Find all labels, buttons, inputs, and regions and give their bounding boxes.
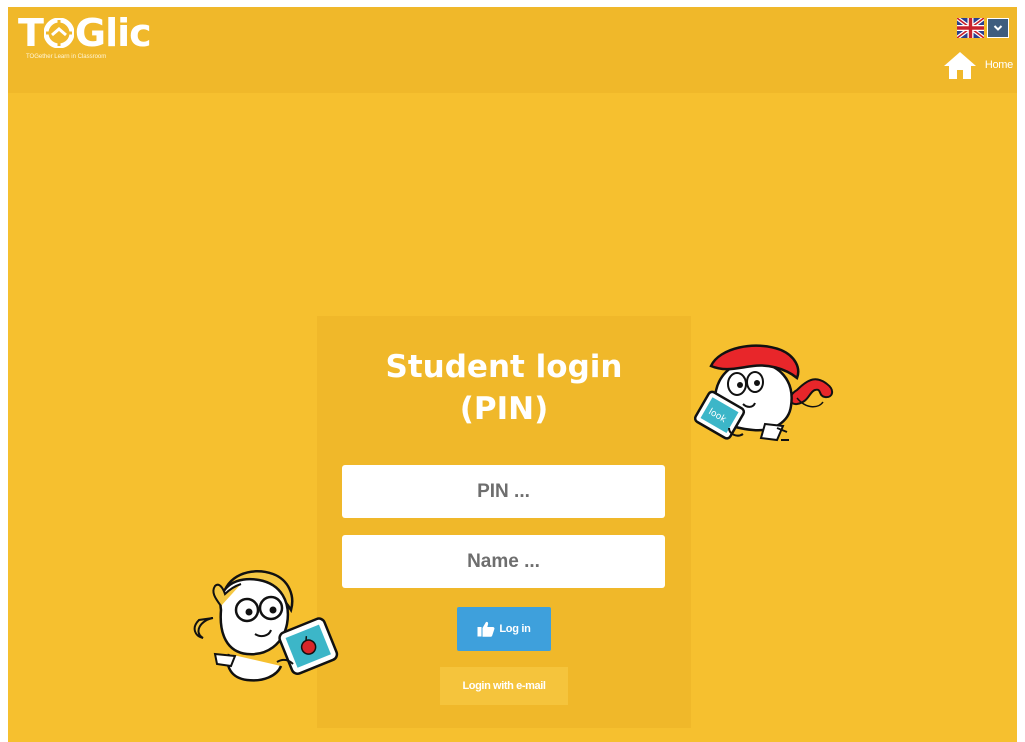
chevron-down-icon	[993, 25, 1003, 31]
logo-letters-glic: Glic	[74, 11, 152, 55]
login-with-email-button[interactable]: Login with e-mail	[440, 667, 568, 705]
login-button-label: Log in	[499, 623, 531, 635]
pin-input[interactable]	[342, 465, 665, 518]
name-input[interactable]	[342, 535, 665, 588]
thumbs-up-icon	[477, 621, 495, 637]
home-icon	[943, 52, 976, 79]
student-with-tablet-illustration	[193, 570, 339, 682]
login-title-line2: (PIN)	[459, 391, 549, 427]
home-label[interactable]: Home	[985, 59, 1013, 71]
header-bar: T Glic TOGether Learn in Classroom Home	[8, 7, 1017, 93]
logo-wordmark: T Glic	[18, 11, 152, 55]
uk-flag-icon[interactable]	[957, 18, 984, 38]
login-button[interactable]: Log in	[457, 607, 551, 651]
girl-with-tablet-illustration: look	[693, 344, 833, 442]
student-login-panel: Student login (PIN) Log in Login with e-…	[317, 316, 691, 728]
language-dropdown-button[interactable]	[987, 18, 1009, 38]
toglic-logo[interactable]: T Glic TOGether Learn in Classroom	[18, 11, 152, 60]
home-link[interactable]: Home	[943, 51, 1013, 79]
login-title: Student login (PIN)	[317, 346, 691, 430]
logo-gear-o-icon	[43, 18, 74, 48]
app-frame: T Glic TOGether Learn in Classroom Home …	[8, 7, 1017, 742]
login-title-line1: Student login	[385, 349, 623, 385]
logo-letter-t: T	[18, 11, 44, 55]
language-selector[interactable]	[957, 18, 1009, 38]
